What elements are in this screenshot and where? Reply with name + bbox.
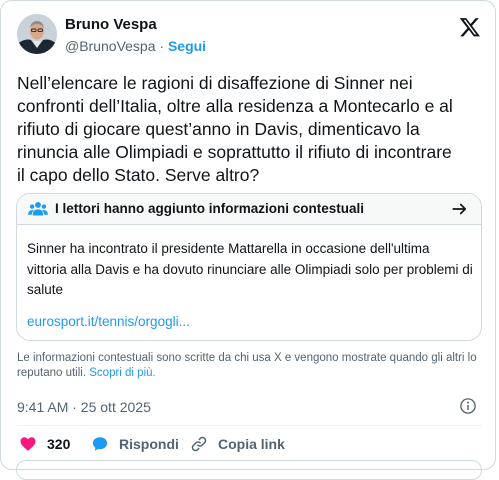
community-note-header[interactable]: I lettori hanno aggiunto informazioni co…	[17, 194, 481, 225]
tweet-timestamp[interactable]: 9:41 AM · 25 ott 2025	[17, 399, 151, 415]
community-note: I lettori hanno aggiunto informazioni co…	[16, 193, 482, 341]
divider	[17, 425, 482, 426]
disclaimer-text: Le informazioni contestuali sono scritte…	[17, 352, 477, 379]
reply-label: Rispondi	[119, 436, 179, 452]
author-handle[interactable]: @BrunoVespa	[65, 38, 156, 54]
copy-link-label: Copia link	[218, 436, 285, 452]
chat-bubble-icon	[92, 437, 108, 451]
author-name[interactable]: Bruno Vespa	[65, 16, 157, 33]
people-icon	[28, 201, 48, 216]
community-note-body: Sinner ha incontrato il presidente Matta…	[27, 241, 473, 297]
community-note-title: I lettori hanno aggiunto informazioni co…	[55, 201, 364, 216]
info-icon[interactable]	[459, 397, 477, 415]
tweet-text: Nell’elencare le ragioni di disaffezione…	[17, 73, 453, 185]
tweet-header: Bruno Vespa @BrunoVespa · Segui	[17, 12, 485, 60]
note-disclaimer: Le informazioni contestuali sono scritte…	[17, 351, 477, 381]
arrow-right-icon[interactable]	[451, 200, 469, 218]
link-icon	[191, 436, 207, 452]
heart-icon	[20, 437, 36, 451]
x-logo-icon[interactable]	[459, 16, 481, 38]
learn-more-link[interactable]: Scopri di più.	[89, 367, 155, 379]
follow-button[interactable]: Segui	[168, 38, 206, 54]
read-replies-button[interactable]	[16, 460, 482, 480]
author-handle-row: @BrunoVespa · Segui	[65, 38, 206, 54]
handle-separator: ·	[159, 38, 165, 54]
avatar[interactable]	[17, 14, 57, 54]
like-count: 320	[47, 436, 71, 452]
community-note-link[interactable]: eurosport.it/tennis/orgogli...	[27, 314, 190, 329]
